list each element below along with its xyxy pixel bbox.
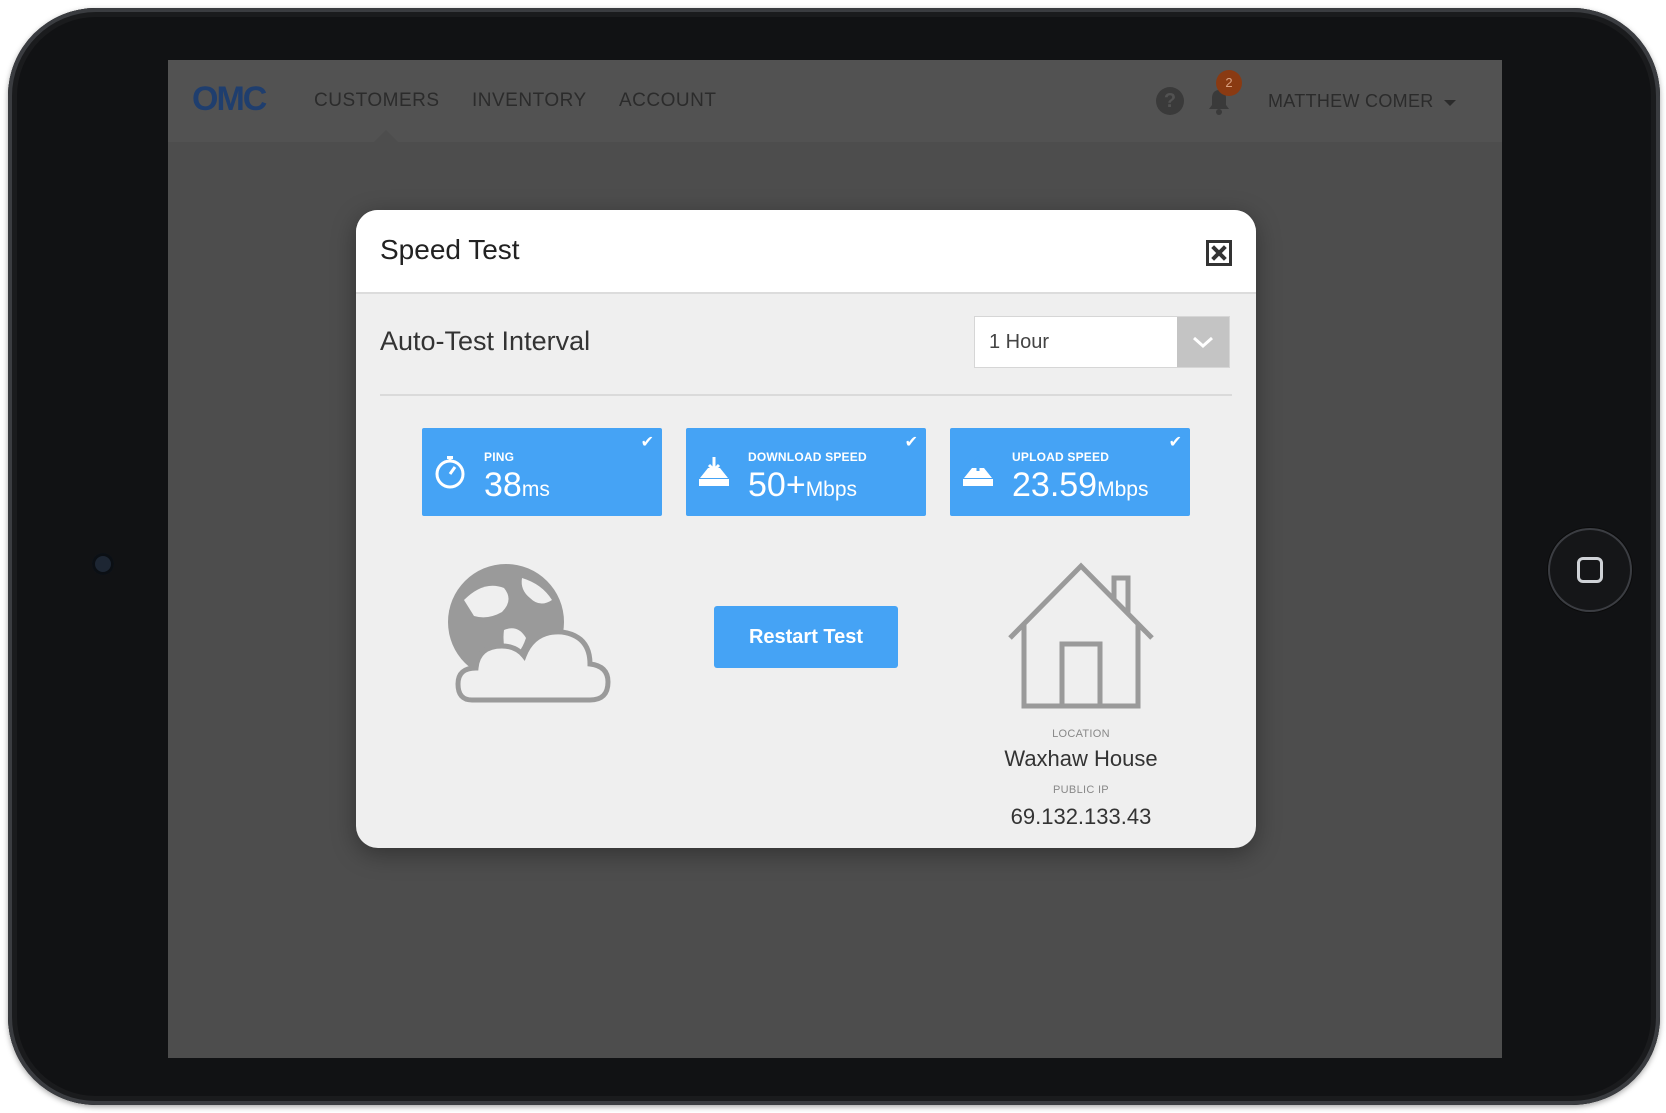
download-label: DOWNLOAD SPEED bbox=[748, 450, 867, 464]
upload-speed-tile: ✔ UPLOAD SPEED 23.59Mbps bbox=[950, 428, 1190, 516]
chevron-down-icon[interactable] bbox=[1444, 100, 1456, 106]
ping-tile: ✔ PING 38ms bbox=[422, 428, 662, 516]
user-menu[interactable]: MATTHEW COMER bbox=[1268, 91, 1434, 112]
speed-test-modal: Speed Test Auto-Test Interval 1 Hour ✔ P… bbox=[356, 210, 1256, 848]
check-icon: ✔ bbox=[640, 434, 654, 451]
close-button[interactable] bbox=[1206, 240, 1232, 266]
download-speed-tile: ✔ DOWNLOAD SPEED 50+Mbps bbox=[686, 428, 926, 516]
chevron-down-icon bbox=[1193, 336, 1213, 349]
camera-icon bbox=[92, 553, 114, 575]
download-value: 50+Mbps bbox=[748, 466, 858, 504]
ping-value: 38ms bbox=[484, 466, 550, 504]
location-caption: LOCATION bbox=[1052, 728, 1110, 740]
nav-customers[interactable]: CUSTOMERS bbox=[314, 90, 440, 112]
check-icon: ✔ bbox=[1168, 434, 1182, 451]
public-ip-caption: PUBLIC IP bbox=[1053, 784, 1109, 796]
upload-label: UPLOAD SPEED bbox=[1012, 450, 1110, 464]
logo[interactable]: OMC bbox=[192, 80, 267, 119]
ping-label: PING bbox=[484, 450, 515, 464]
auto-test-interval-label: Auto-Test Interval bbox=[380, 326, 591, 356]
upload-icon bbox=[963, 455, 993, 486]
active-nav-indicator bbox=[374, 130, 398, 142]
interval-select[interactable]: 1 Hour bbox=[974, 316, 1230, 368]
home-square-icon bbox=[1577, 557, 1603, 583]
download-icon bbox=[699, 457, 729, 486]
nav-account[interactable]: ACCOUNT bbox=[619, 90, 716, 112]
restart-test-button[interactable]: Restart Test bbox=[714, 606, 898, 668]
globe-cloud-icon bbox=[448, 564, 611, 703]
screen: OMC CUSTOMERS INVENTORY ACCOUNT ? 2 MATT… bbox=[168, 60, 1502, 1058]
top-nav: OMC CUSTOMERS INVENTORY ACCOUNT ? 2 MATT… bbox=[168, 60, 1502, 142]
home-button[interactable] bbox=[1548, 528, 1632, 612]
upload-value: 23.59Mbps bbox=[1012, 466, 1149, 504]
location-name: Waxhaw House bbox=[1004, 746, 1158, 771]
house-icon bbox=[1008, 562, 1154, 709]
help-icon[interactable]: ? bbox=[1156, 87, 1184, 115]
modal-title: Speed Test bbox=[380, 234, 520, 265]
divider bbox=[380, 394, 1232, 396]
nav-inventory[interactable]: INVENTORY bbox=[472, 90, 587, 112]
public-ip-value: 69.132.133.43 bbox=[1010, 804, 1152, 829]
interval-selected-value: 1 Hour bbox=[989, 331, 1050, 353]
notification-badge: 2 bbox=[1216, 70, 1242, 96]
stopwatch-icon bbox=[435, 456, 465, 489]
dropdown-toggle[interactable] bbox=[1177, 317, 1229, 367]
check-icon: ✔ bbox=[904, 434, 918, 451]
modal-header: Speed Test bbox=[356, 210, 1256, 294]
